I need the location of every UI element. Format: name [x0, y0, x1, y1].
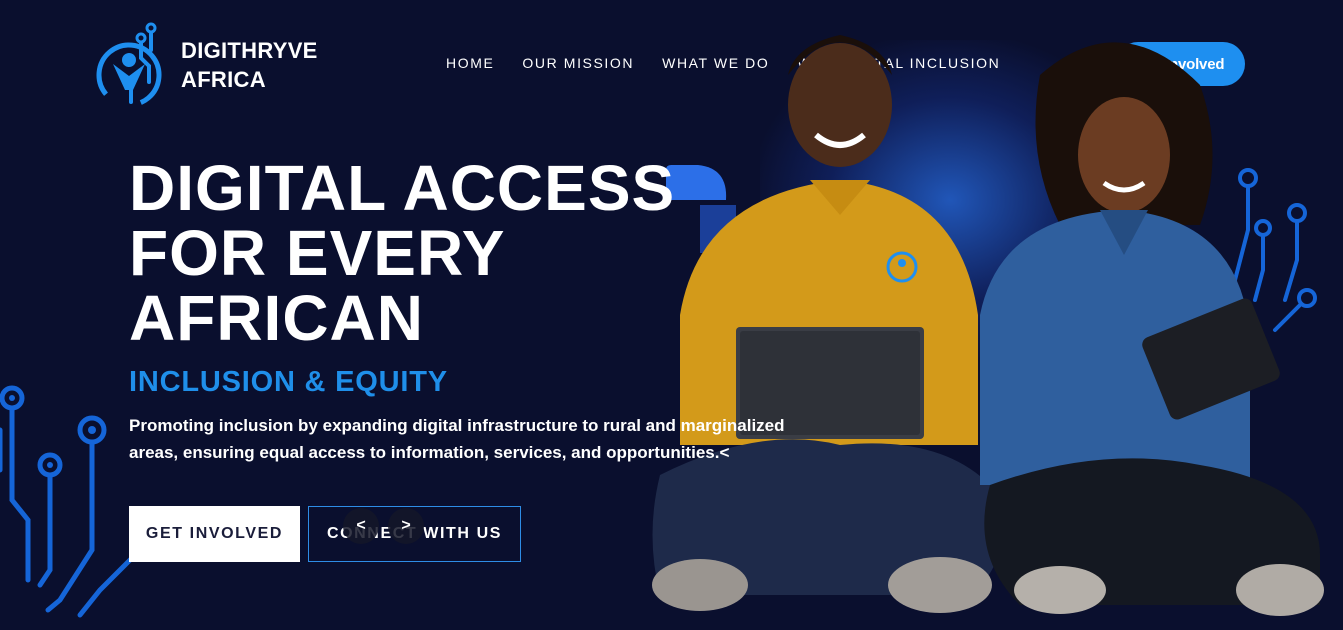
hero-title: DIGITAL ACCESS FOR EVERY AFRICAN [129, 156, 729, 351]
hero-subtitle: INCLUSION & EQUITY [129, 366, 448, 398]
hero-title-line3: AFRICAN [129, 282, 424, 354]
hero-title-line2: FOR EVERY [129, 217, 506, 289]
digithryve-logo-icon [96, 22, 162, 108]
nav-item-our-mission[interactable]: OUR MISSION [522, 55, 634, 71]
brand-name-line2: AFRICA [181, 67, 266, 92]
hero-title-line1: DIGITAL ACCESS [129, 152, 676, 224]
get-involved-button[interactable]: GET INVOLVED [129, 506, 300, 562]
nav-item-home[interactable]: HOME [446, 55, 494, 71]
carousel-next-arrow[interactable]: > [388, 508, 424, 544]
brand-name-line1: DIGITHRYVE [181, 38, 318, 63]
hero-description: Promoting inclusion by expanding digital… [129, 416, 785, 462]
brand-name: DIGITHRYVE AFRICA [181, 36, 318, 94]
hero-people-image [652, 35, 1324, 616]
carousel-prev-arrow[interactable]: < [343, 508, 379, 544]
circuit-decoration-left [0, 385, 153, 618]
brand[interactable]: DIGITHRYVE AFRICA [95, 20, 318, 110]
